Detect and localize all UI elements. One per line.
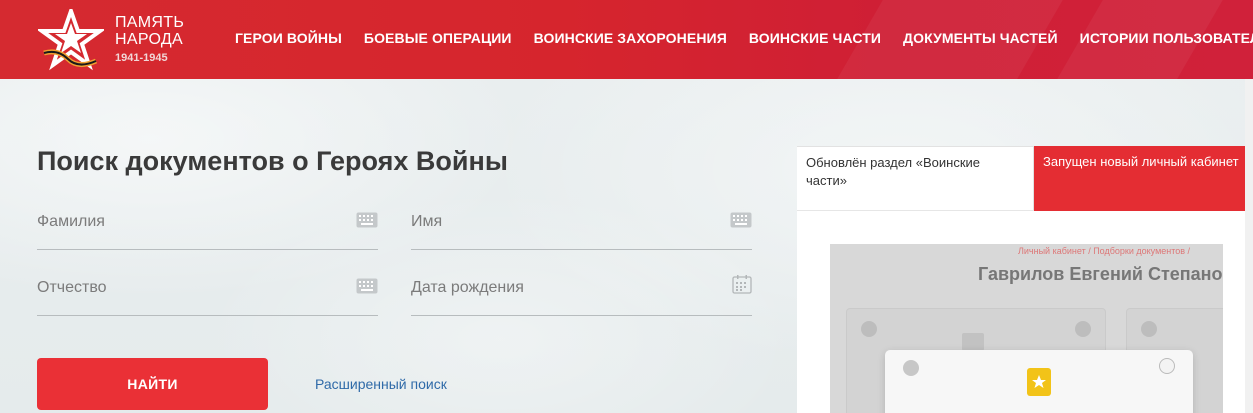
advanced-search-link[interactable]: Расширенный поиск [315,376,447,392]
logo-line2: НАРОДА [115,31,183,48]
surname-input[interactable] [37,210,378,231]
page-scrollbar[interactable] [1245,79,1253,413]
nav-item-burials[interactable]: ВОИНСКИЕ ЗАХОРОНЕНИЯ [534,30,727,46]
calendar-icon[interactable] [732,274,752,299]
document-star-icon [1027,368,1051,396]
birthdate-input[interactable] [411,276,752,297]
check-icon [861,321,877,337]
nav-item-user-stories[interactable]: ИСТОРИИ ПОЛЬЗОВАТЕЛЕЙ [1080,30,1253,46]
trash-icon [1159,358,1175,374]
birthdate-field [411,274,752,316]
nav-item-unit-documents[interactable]: ДОКУМЕНТЫ ЧАСТЕЙ [903,30,1058,46]
nav-item-operations[interactable]: БОЕВЫЕ ОПЕРАЦИИ [364,30,512,46]
news-tab-units[interactable]: Обновлён раздел «Воинские части» [797,146,1034,211]
site-header: ПАМЯТЬ НАРОДА 1941-1945 ГЕРОИ ВОЙНЫ БОЕВ… [0,0,1253,79]
keyboard-icon[interactable] [730,212,752,233]
keyboard-icon[interactable] [356,212,378,233]
star-ribbon-icon [38,9,104,71]
preview-breadcrumb: Личный кабинет / Подборки документов / [1018,246,1191,256]
check-icon [1141,321,1157,337]
logo-years: 1941-1945 [115,52,168,64]
keyboard-icon[interactable] [356,278,378,299]
name-field [411,210,752,250]
find-button[interactable]: НАЙТИ [37,358,268,410]
logo-line1: ПАМЯТЬ [115,14,185,31]
page-title: Поиск документов о Героях Войны [37,146,508,176]
preview-popup [885,350,1193,413]
preview-person-name: Гаврилов Евгений Степанов [978,264,1223,284]
folder-icon [962,333,984,351]
nav-item-units[interactable]: ВОИНСКИЕ ЧАСТИ [749,30,881,46]
logo[interactable]: ПАМЯТЬ НАРОДА 1941-1945 [38,9,208,71]
name-input[interactable] [411,210,752,231]
news-tab-cabinet[interactable]: Запущен новый личный кабинет [1034,146,1253,211]
logo-text: ПАМЯТЬ НАРОДА 1941-1945 [115,14,184,64]
patronymic-input[interactable] [37,276,378,297]
surname-field [37,210,378,250]
edit-icon [1075,321,1091,337]
check-icon [903,360,919,376]
patronymic-field [37,276,378,316]
news-panel: Обновлён раздел «Воинские части» Запущен… [797,146,1253,413]
nav-item-heroes[interactable]: ГЕРОИ ВОЙНЫ [235,30,342,46]
main-nav: ГЕРОИ ВОЙНЫ БОЕВЫЕ ОПЕРАЦИИ ВОИНСКИЕ ЗАХ… [235,30,1253,46]
news-preview-image[interactable]: Личный кабинет / Подборки документов / Г… [830,244,1223,413]
